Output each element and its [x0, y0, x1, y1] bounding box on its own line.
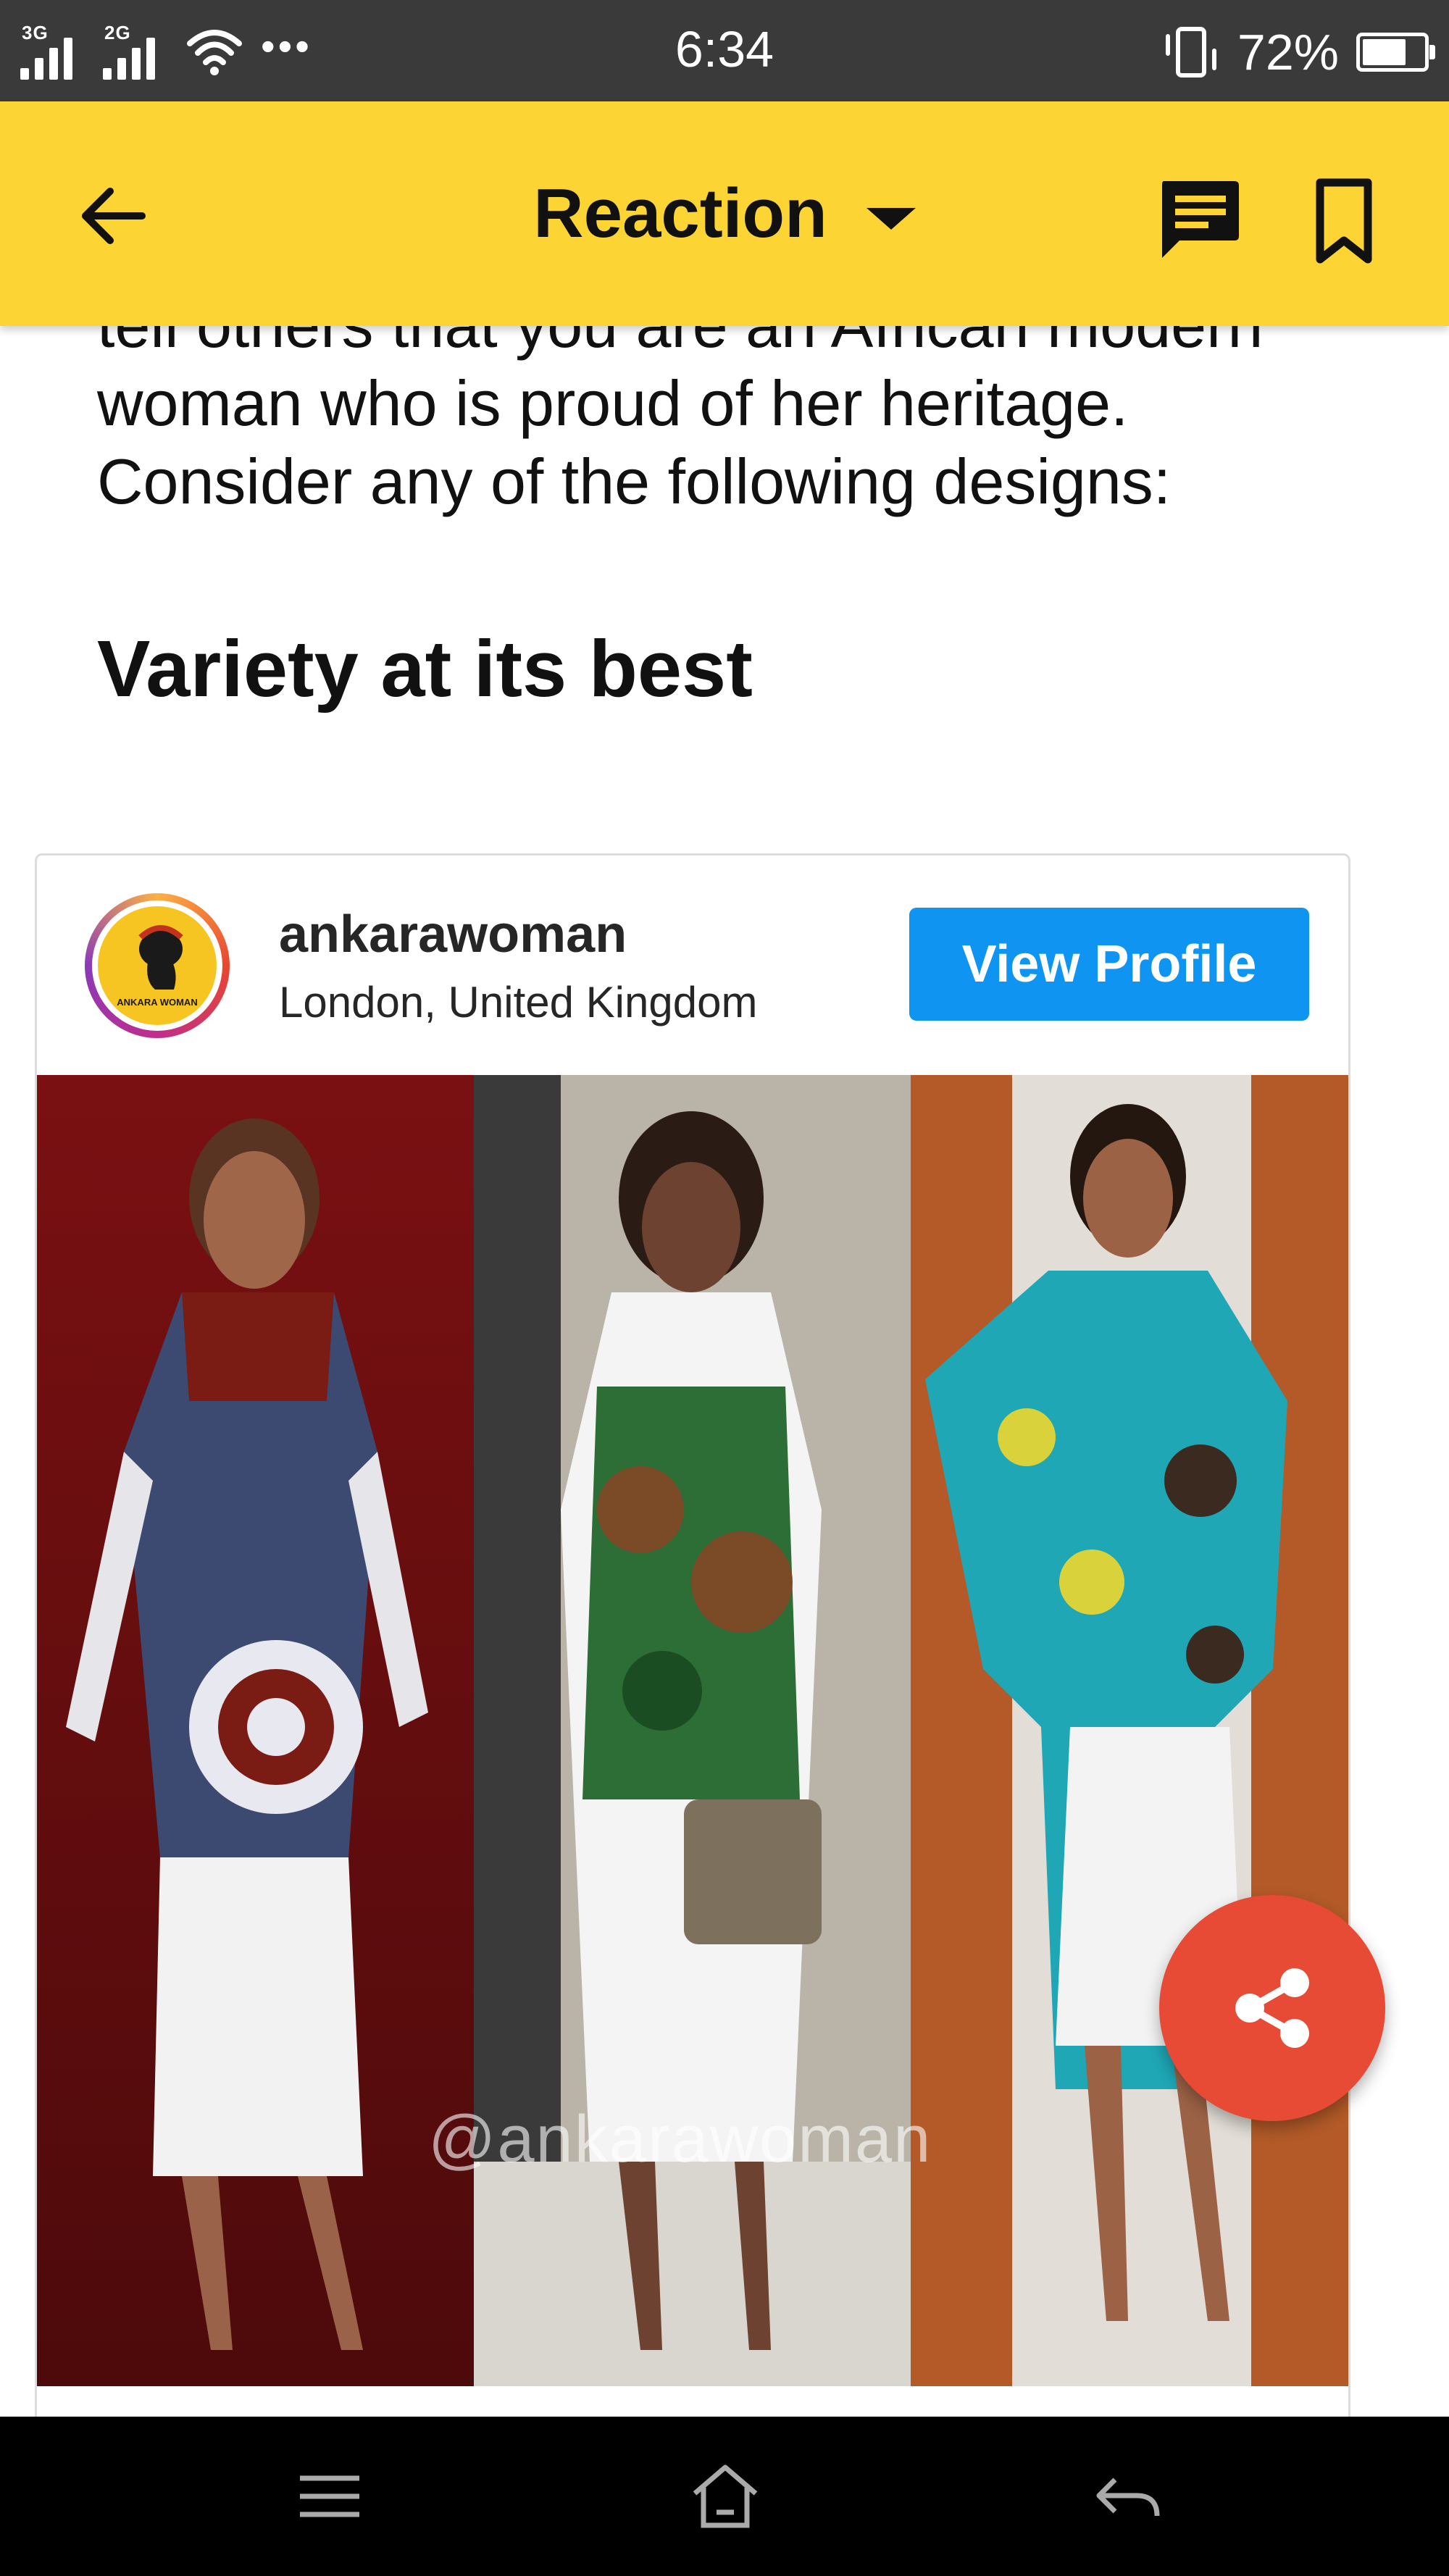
photo-panel-3: [911, 1075, 1348, 2386]
dropdown-caret-icon: [866, 207, 916, 230]
page-title: Reaction: [533, 175, 827, 252]
view-profile-button[interactable]: View Profile: [909, 908, 1309, 1021]
back-icon: [1096, 2477, 1160, 2517]
username-link[interactable]: ankarawoman: [279, 905, 627, 964]
battery-icon: [1356, 33, 1435, 72]
avatar[interactable]: ANKARA WOMAN: [85, 893, 230, 1038]
navigation-bar: [0, 2417, 1449, 2576]
vibrate-icon: [1165, 27, 1216, 78]
battery-level: [1363, 39, 1406, 65]
battery-percent: 72%: [1237, 24, 1339, 80]
bookmark-icon: [1316, 178, 1372, 264]
instagram-embed: ANKARA WOMAN ankarawoman London, United …: [35, 853, 1350, 2447]
image-watermark: @ankarawoman: [428, 2102, 932, 2176]
menu-icon: [300, 2475, 359, 2517]
home-button[interactable]: [685, 2460, 765, 2533]
share-icon: [1235, 1968, 1309, 2048]
bookmark-button[interactable]: [1304, 174, 1384, 268]
svg-text:ANKARA WOMAN: ANKARA WOMAN: [117, 997, 197, 1008]
section-heading: Variety at its best: [97, 624, 753, 714]
photo-panel-1: [37, 1075, 474, 2386]
menu-button[interactable]: [290, 2460, 369, 2533]
photo-panel-2: [474, 1075, 911, 2386]
article-line: woman who is proud of her heritage.: [97, 367, 1129, 439]
share-button[interactable]: [1159, 1895, 1385, 2121]
status-bar: 3G 2G ••• 6:34 72%: [0, 0, 1449, 101]
location-link[interactable]: London, United Kingdom: [279, 977, 827, 1027]
ankara-woman-logo: ANKARA WOMAN: [117, 925, 198, 1008]
comment-icon: [1162, 181, 1239, 258]
status-right: 72%: [1162, 22, 1435, 83]
post-image[interactable]: [37, 1075, 1348, 2386]
article-line: Consider any of the following designs:: [97, 446, 1172, 517]
comments-button[interactable]: [1152, 174, 1246, 268]
home-icon: [693, 2464, 758, 2528]
nav-back-button[interactable]: [1088, 2460, 1168, 2533]
app-header: Reaction: [0, 101, 1449, 326]
